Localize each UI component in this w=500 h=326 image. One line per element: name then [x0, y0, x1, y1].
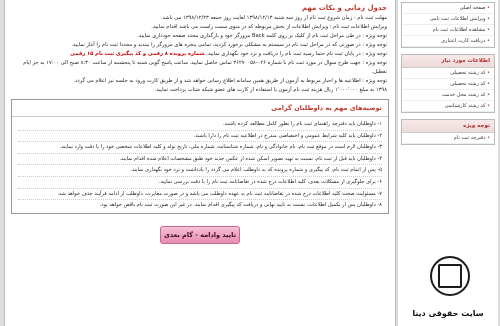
sidebar-special-box: توجه ویژه دفترچه ثبت نام [401, 119, 495, 145]
sidebar-info-item[interactable]: کد رشته محل خدمت [402, 90, 494, 101]
notice-item: ۶- برای جلوگیری از مشکلات بعدی، کلیه اطل… [18, 177, 382, 189]
schedule-row: توجه ویژه : اطلاعیه ها و اخبار مربوط به … [73, 78, 387, 84]
sidebar-item-edit-info[interactable]: ویرایش اطلاعات ثبت نامی [402, 14, 494, 25]
schedule-row: مهلت ثبت نام : زمان شروع ثبت نام از روز … [160, 15, 387, 21]
schedule-title: جدول زمانی و نکات مهم [301, 4, 387, 12]
sidebar-special-item[interactable]: دفترچه ثبت نام [402, 133, 494, 144]
highlight-text: شماره پرونده ۸ رقمی و کد پیگیری ثبت نام … [70, 51, 205, 57]
schedule-row: توجه ویژه : در طی مراحل ثبت نام از کلیک … [137, 33, 387, 39]
sidebar-menu: صفحه اصلی ویرایش اطلاعات ثبت نامی مشاهده… [401, 2, 495, 48]
main-content: جدول زمانی و نکات مهم مهلت ثبت نام : زما… [4, 0, 396, 326]
confirm-next-button[interactable]: تایید وادامه - گام بعدی [160, 225, 240, 244]
notice-item: ۵- پس از اتمام ثبت نام، کد پیگیری و شمار… [18, 165, 382, 177]
notice-item: ۴- داوطلبان باید قبل از ثبت نام، نسبت به… [18, 154, 382, 166]
schedule-section: مهلت ثبت نام : زمان شروع ثبت نام از روز … [5, 14, 395, 95]
sidebar-special-title: توجه ویژه [402, 120, 494, 133]
sidebar-item-home[interactable]: صفحه اصلی [402, 3, 494, 14]
schedule-row: توجه ویژه : جهت طرح سوال در مورد ثبت نام… [23, 60, 387, 75]
schedule-row: توجه ویژه : در پایان ثبت نام حتما رسید ث… [70, 51, 387, 57]
notice-item: ۸- داوطلبان پس از تکمیل اطلاعات، نسبت به… [99, 202, 382, 209]
sidebar-info-title: اطلاعات مورد نیاز [402, 55, 494, 68]
logo-text: سایت حقوقی دینا [412, 309, 484, 318]
button-row: تایید وادامه - گام بعدی [5, 222, 395, 244]
notice-list: ۱- داوطلبان باید دفترچه راهنمای ثبت نام … [12, 117, 388, 213]
page-frame: جدول زمانی و نکات مهم مهلت ثبت نام : زما… [0, 0, 500, 326]
sidebar: صفحه اصلی ویرایش اطلاعات ثبت نامی مشاهده… [398, 0, 498, 326]
sidebar-item-view-info[interactable]: مشاهده اطلاعات ثبت نام [402, 25, 494, 36]
notice-item: ۳- داوطلبان لازم است در موقع ثبت نام، نا… [18, 142, 382, 154]
notice-item: ۷- مسئولیت صحت کلیه اطلاعات درج شده در ت… [18, 189, 382, 201]
sidebar-info-item[interactable]: کد رشته تحصیلی [402, 79, 494, 90]
notice-item: ۲- داوطلبان باید کلیه شرایط عمومی و اختص… [18, 131, 382, 143]
notice-box: توصیه‌های مهم به داوطلبان گرامی ۱- داوطل… [11, 99, 389, 214]
schedule-row: ۱۳۹۸ به مبلغ ۱٬۰۰۰٬۰۰۰ ریال هزینه ثبت نا… [154, 87, 387, 93]
schedule-row: توجه ویژه : در صورتی که در مراحل ثبت نام… [71, 42, 387, 48]
notice-title: توصیه‌های مهم به داوطلبان گرامی [12, 100, 388, 117]
notice-item: ۱- داوطلبان باید دفترچه راهنمای ثبت نام … [18, 119, 382, 131]
schedule-row: ویرایش اطلاعات ثبت نام : ویرایش اطلاعات … [151, 24, 387, 30]
sidebar-info-item[interactable]: کد رشته کارشناسی [402, 101, 494, 112]
sidebar-info-item[interactable]: کد رشته تحصیلی [402, 68, 494, 79]
sidebar-info-box: اطلاعات مورد نیاز کد رشته تحصیلی کد رشته… [401, 54, 495, 113]
sidebar-item-get-card[interactable]: دریافت کارت اعتباری [402, 36, 494, 47]
site-logo: سایت حقوقی دینا [398, 246, 498, 326]
scales-logo-icon [430, 256, 470, 296]
